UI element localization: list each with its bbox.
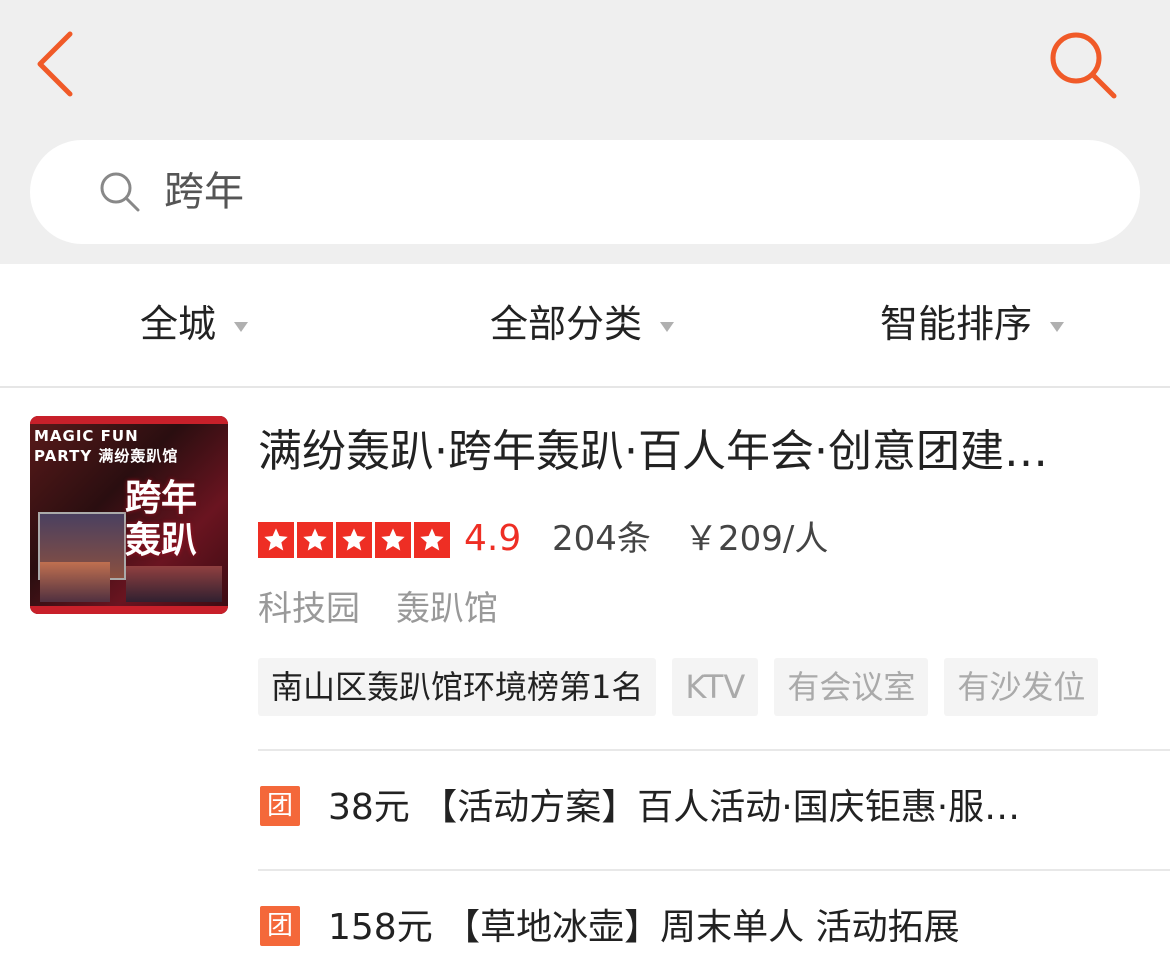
thumbnail-photo — [126, 566, 222, 602]
search-query: 跨年 — [164, 169, 244, 215]
divider — [258, 749, 1170, 751]
price-per-person: ￥209/人 — [684, 519, 829, 559]
star-icon — [375, 522, 411, 558]
top-bar: 跨年 — [0, 0, 1170, 264]
listing-category: 轰趴馆 — [396, 589, 498, 629]
tag-meeting-room: 有会议室 — [774, 658, 929, 716]
star-icon — [297, 522, 333, 558]
thumbnail-photo — [40, 562, 110, 602]
thumbnail-band — [30, 606, 228, 614]
listing-title[interactable]: 满纷轰趴·跨年轰趴·百人年会·创意团建… — [258, 420, 1138, 484]
star-icon — [414, 522, 450, 558]
filter-city-label: 全城 — [140, 302, 217, 346]
dropdown-caret-icon — [234, 321, 249, 332]
listing-area: 科技园 — [258, 589, 360, 629]
tag-ranking[interactable]: 南山区轰趴馆环境榜第1名 — [258, 658, 657, 716]
deal-item[interactable]: 团 158元 【草地冰壶】周末单人 活动拓展 — [258, 888, 1158, 968]
filter-city[interactable]: 全城 — [140, 294, 249, 354]
listing-thumbnail[interactable]: MAGIC FUN PARTY 满纷轰趴馆 跨年 轰趴 — [30, 416, 228, 614]
star-rating — [258, 522, 453, 558]
thumbnail-big-text-2: 轰趴 — [125, 520, 198, 561]
divider — [258, 869, 1170, 871]
deal-text: 38元 【活动方案】百人活动·国庆钜惠·服… — [328, 787, 1021, 828]
group-deal-badge: 团 — [260, 786, 300, 826]
thumbnail-big-text-1: 跨年 — [125, 478, 198, 519]
filter-sort-label: 智能排序 — [880, 302, 1033, 346]
filter-bar: 全城 全部分类 智能排序 — [0, 264, 1170, 388]
thumbnail-line1: MAGIC FUN — [34, 427, 139, 445]
thumbnail-band — [30, 416, 228, 424]
rating-score: 4.9 — [464, 518, 522, 559]
search-field-icon — [100, 172, 140, 212]
back-icon[interactable] — [30, 28, 90, 100]
dropdown-caret-icon — [660, 321, 675, 332]
filter-category-label: 全部分类 — [490, 302, 643, 346]
dropdown-caret-icon — [1050, 321, 1065, 332]
group-deal-badge: 团 — [260, 906, 300, 946]
tag-ktv: KTV — [672, 658, 759, 716]
thumbnail-big-text: 跨年 轰趴 — [125, 478, 197, 562]
star-icon — [258, 522, 294, 558]
filter-category[interactable]: 全部分类 — [490, 294, 675, 354]
thumbnail-text: MAGIC FUN PARTY 满纷轰趴馆 — [34, 426, 178, 466]
tag-sofa: 有沙发位 — [944, 658, 1099, 716]
star-icon — [336, 522, 372, 558]
search-input[interactable]: 跨年 — [30, 140, 1140, 244]
thumbnail-line2: PARTY 满纷轰趴馆 — [34, 447, 179, 465]
review-count: 204条 — [552, 519, 651, 559]
filter-sort[interactable]: 智能排序 — [880, 294, 1065, 354]
tag-list: 南山区轰趴馆环境榜第1名 KTV 有会议室 有沙发位 — [258, 658, 1114, 716]
deal-text: 158元 【草地冰壶】周末单人 活动拓展 — [328, 907, 960, 948]
deal-item[interactable]: 团 38元 【活动方案】百人活动·国庆钜惠·服… — [258, 768, 1158, 848]
search-icon[interactable] — [1046, 28, 1122, 104]
